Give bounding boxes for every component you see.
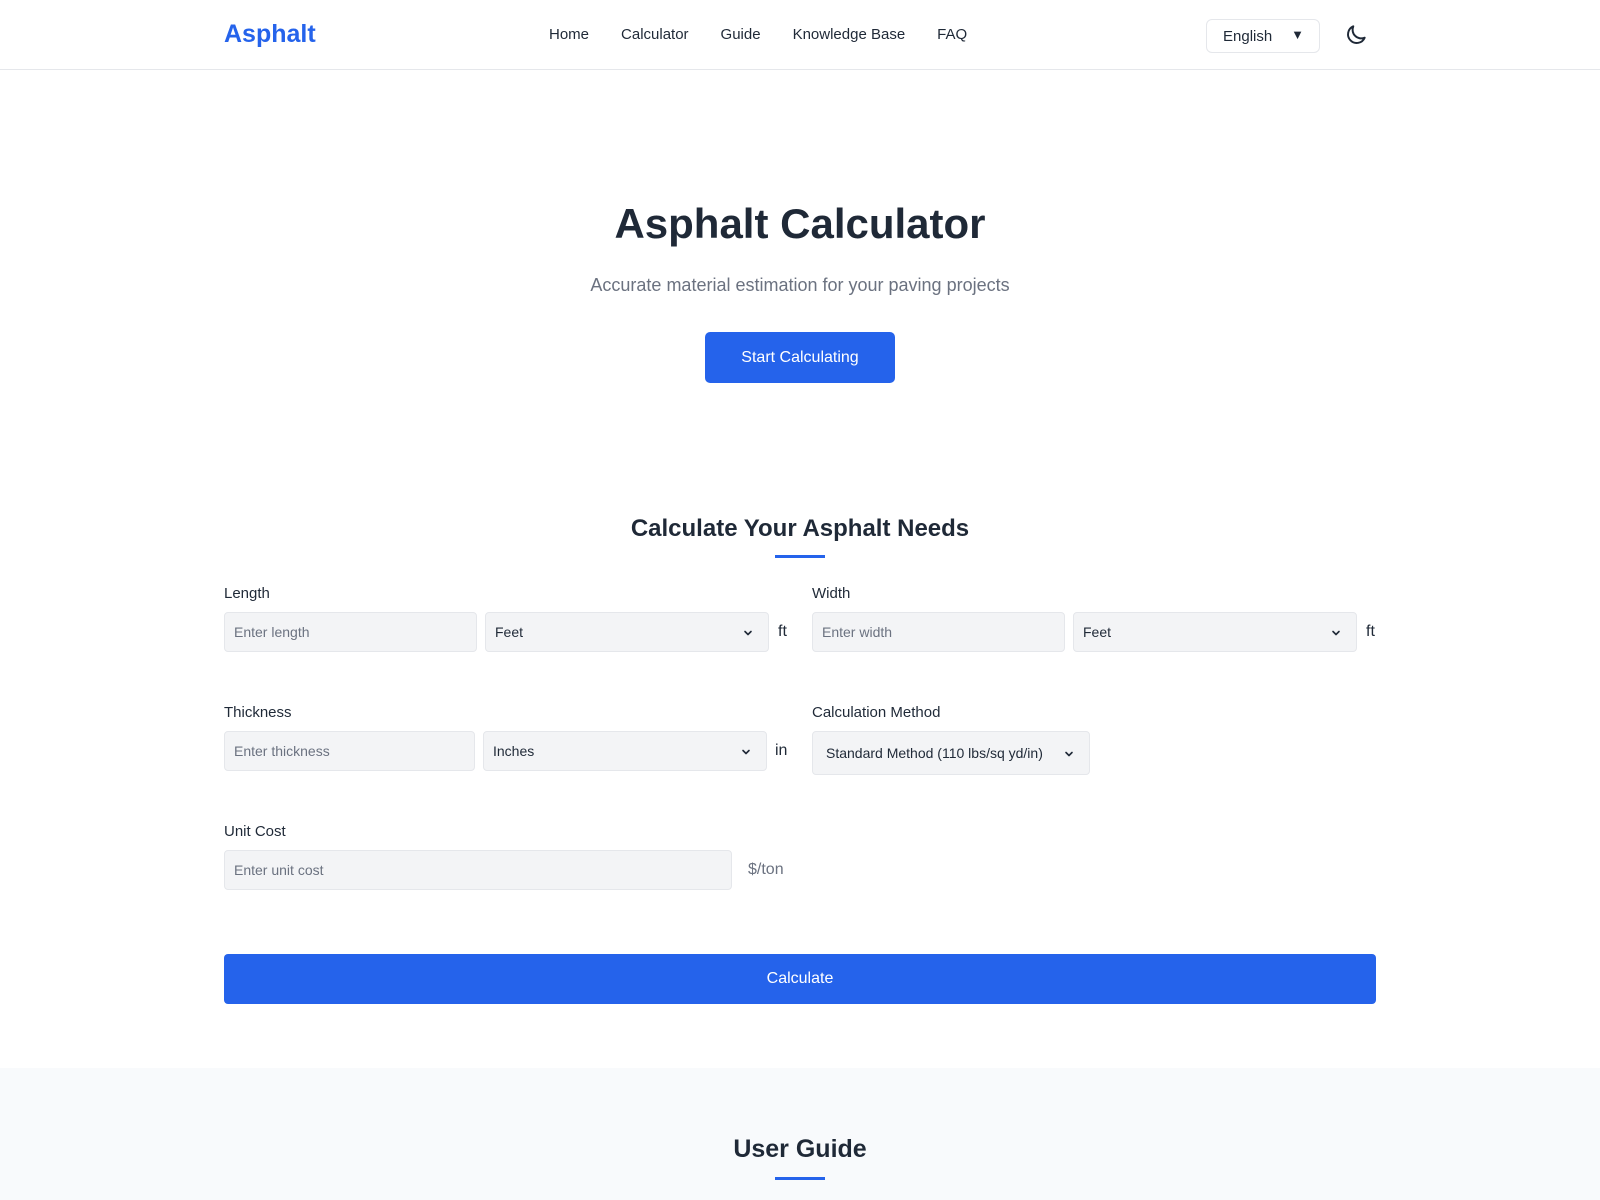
- width-unit-suffix: ft: [1366, 623, 1375, 640]
- method-label: Calculation Method: [812, 704, 941, 721]
- user-guide-section: [0, 1068, 1600, 1200]
- moon-icon[interactable]: [1343, 22, 1369, 48]
- nav-home[interactable]: Home: [549, 26, 589, 43]
- chevron-down-icon: [1332, 630, 1340, 636]
- length-unit-select[interactable]: Feet: [485, 612, 769, 652]
- nav-guide[interactable]: Guide: [721, 26, 761, 43]
- language-value: English: [1223, 27, 1273, 45]
- guide-title-underline: [775, 1177, 825, 1180]
- language-select[interactable]: English ▼: [1206, 19, 1320, 53]
- method-value: Standard Method (110 lbs/sq yd/in): [826, 745, 1043, 761]
- thickness-unit-value: Inches: [493, 743, 535, 759]
- calculator-title: Calculate Your Asphalt Needs: [630, 515, 970, 542]
- chevron-down-icon: [742, 749, 750, 755]
- hero-title: Asphalt Calculator: [614, 200, 986, 247]
- hero-subtitle: Accurate material estimation for your pa…: [590, 275, 1010, 295]
- unit-cost-input[interactable]: [224, 850, 732, 890]
- site-logo[interactable]: Asphalt: [224, 20, 316, 49]
- nav-faq[interactable]: FAQ: [937, 26, 967, 43]
- width-input[interactable]: [812, 612, 1065, 652]
- length-unit-value: Feet: [495, 624, 524, 640]
- calculation-method-select[interactable]: Standard Method (110 lbs/sq yd/in): [812, 731, 1090, 775]
- length-unit-suffix: ft: [778, 623, 787, 640]
- main-nav: Home Calculator Guide Knowledge Base FAQ: [549, 26, 967, 43]
- start-calculating-button[interactable]: Start Calculating: [705, 332, 895, 383]
- user-guide-title: User Guide: [733, 1135, 867, 1163]
- dropdown-arrow-icon: ▼: [1291, 27, 1304, 42]
- nav-calculator[interactable]: Calculator: [621, 26, 689, 43]
- length-label: Length: [224, 585, 270, 602]
- unit-cost-suffix: $/ton: [748, 861, 784, 878]
- chevron-down-icon: [1065, 751, 1073, 757]
- chevron-down-icon: [744, 630, 752, 636]
- unit-cost-label: Unit Cost: [224, 823, 286, 840]
- thickness-label: Thickness: [224, 704, 292, 721]
- nav-knowledge-base[interactable]: Knowledge Base: [793, 26, 906, 43]
- length-input[interactable]: [224, 612, 477, 652]
- width-unit-select[interactable]: Feet: [1073, 612, 1357, 652]
- site-header: Asphalt Home Calculator Guide Knowledge …: [0, 0, 1600, 70]
- title-underline: [775, 555, 825, 558]
- thickness-unit-select[interactable]: Inches: [483, 731, 767, 771]
- width-label: Width: [812, 585, 851, 602]
- thickness-input[interactable]: [224, 731, 475, 771]
- calculate-button[interactable]: Calculate: [224, 954, 1376, 1004]
- width-unit-value: Feet: [1083, 624, 1112, 640]
- thickness-unit-suffix: in: [775, 742, 788, 759]
